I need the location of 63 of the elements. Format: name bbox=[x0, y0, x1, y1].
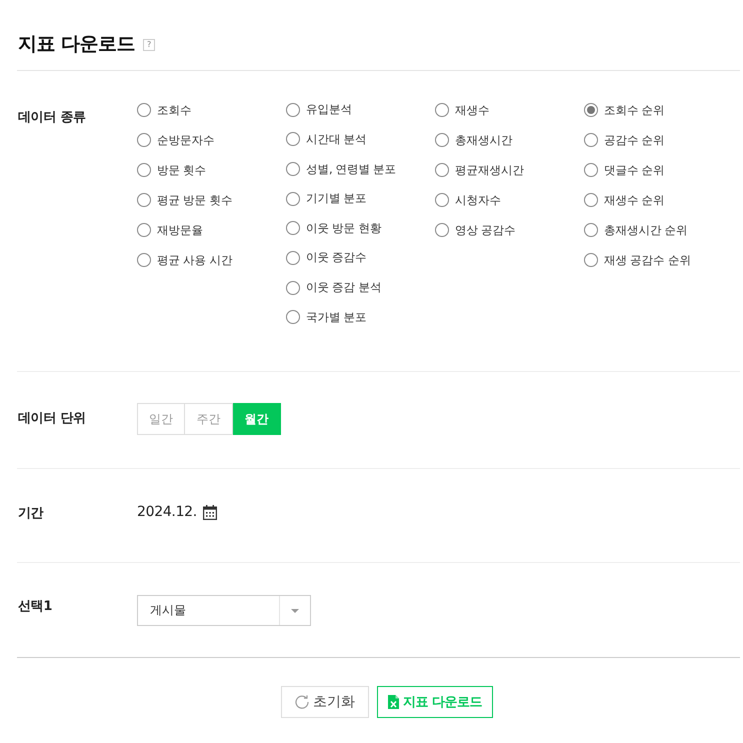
radio-label[interactable]: 방문 횟수 bbox=[157, 162, 206, 178]
radio-button[interactable] bbox=[435, 103, 449, 117]
date-value: 2024.12. bbox=[137, 504, 197, 520]
radio-button[interactable] bbox=[584, 223, 598, 237]
radio-label[interactable]: 평균 사용 시간 bbox=[157, 252, 232, 268]
radio-button[interactable] bbox=[286, 102, 300, 117]
refresh-icon bbox=[294, 695, 309, 709]
calendar-icon[interactable] bbox=[202, 504, 217, 520]
radio-label[interactable]: 이웃 증감 분석 bbox=[306, 280, 382, 296]
radio-label[interactable]: 이웃 증감수 bbox=[306, 250, 367, 266]
radio-button[interactable] bbox=[286, 280, 300, 295]
radio-label[interactable]: 순방문자수 bbox=[157, 132, 214, 148]
radio-button[interactable] bbox=[584, 253, 598, 267]
radio-label[interactable]: 평균 방문 횟수 bbox=[157, 192, 232, 208]
radio-button[interactable] bbox=[286, 250, 300, 265]
spreadsheet-file-icon bbox=[388, 695, 399, 709]
radio-label[interactable]: 유입분석 bbox=[306, 102, 352, 118]
section-label: 선택1 bbox=[17, 598, 54, 616]
radio-button[interactable] bbox=[286, 192, 300, 206]
radio-label[interactable]: 성별, 연령별 분포 bbox=[306, 162, 396, 177]
radio-button[interactable] bbox=[584, 163, 598, 177]
radio-button[interactable] bbox=[137, 133, 151, 147]
radio-button[interactable] bbox=[286, 162, 300, 176]
section-label: 기간 bbox=[17, 505, 44, 523]
radio-button[interactable] bbox=[137, 163, 151, 177]
radio-button[interactable] bbox=[137, 253, 151, 267]
radio-button[interactable] bbox=[584, 103, 598, 117]
radio-button[interactable] bbox=[137, 103, 151, 117]
section-label: 데이터 단위 bbox=[17, 410, 87, 428]
help-button[interactable]: ? bbox=[143, 39, 156, 51]
page-title: 지표 다운로드 bbox=[18, 32, 136, 57]
radio-button[interactable] bbox=[584, 133, 598, 147]
radio-button[interactable] bbox=[584, 193, 598, 207]
radio-button[interactable] bbox=[435, 163, 449, 177]
radio-label[interactable]: 기기별 분포 bbox=[306, 191, 367, 206]
radio-label[interactable]: 국가별 분포 bbox=[306, 310, 367, 325]
radio-label[interactable]: 시청자수 bbox=[455, 192, 501, 208]
radio-button[interactable] bbox=[435, 133, 449, 147]
radio-button[interactable] bbox=[137, 223, 151, 237]
radio-label[interactable]: 시간대 분석 bbox=[306, 132, 367, 147]
select-dropdown[interactable]: 게시물 bbox=[137, 595, 311, 626]
radio-label[interactable]: 댓글수 순위 bbox=[604, 162, 665, 178]
radio-label[interactable]: 재생수 순위 bbox=[604, 192, 665, 208]
radio-label[interactable]: 영상 공감수 bbox=[455, 222, 516, 238]
radio-label[interactable]: 조회수 순위 bbox=[604, 102, 665, 118]
reset-button[interactable]: 초기화 bbox=[280, 686, 369, 718]
radio-label[interactable]: 재생 공감수 순위 bbox=[604, 252, 691, 268]
radio-label[interactable]: 총재생시간 bbox=[455, 132, 512, 148]
radio-button[interactable] bbox=[286, 221, 300, 236]
radio-label[interactable]: 총재생시간 순위 bbox=[604, 222, 688, 238]
caret-icon bbox=[291, 608, 299, 612]
radio-label[interactable]: 공감수 순위 bbox=[604, 132, 665, 148]
radio-label[interactable]: 평균재생시간 bbox=[455, 162, 524, 178]
radio-label[interactable]: 재생수 bbox=[455, 102, 490, 118]
radio-label[interactable]: 재방문율 bbox=[157, 222, 203, 238]
radio-button[interactable] bbox=[286, 132, 300, 146]
radio-label[interactable]: 이웃 방문 현황 bbox=[306, 220, 382, 236]
radio-button[interactable] bbox=[137, 193, 151, 207]
radio-button[interactable] bbox=[435, 193, 449, 207]
radio-label[interactable]: 조회수 bbox=[157, 102, 192, 118]
radio-button[interactable] bbox=[435, 223, 449, 237]
section-label: 데이터 종류 bbox=[17, 109, 87, 127]
radio-button[interactable] bbox=[286, 310, 300, 324]
